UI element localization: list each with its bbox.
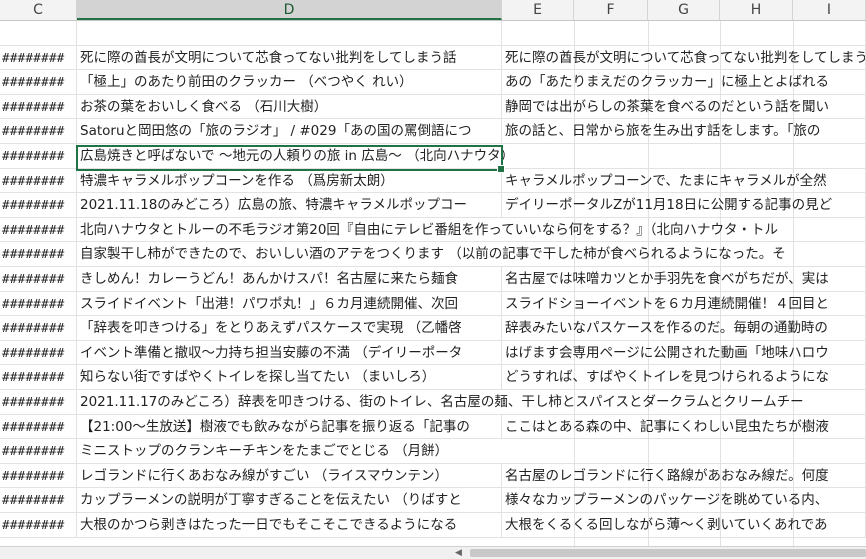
cell-e[interactable]: どうすれば、すばやくトイレを見つけられるようにな xyxy=(502,365,866,389)
cell-d[interactable]: スライドイベント「出港！パワポ丸！」６カ月連続開催、次回 xyxy=(77,291,502,316)
cell-d[interactable]: 2021.11.18のみどころ）広島の旅、特濃キャラメルポップコー xyxy=(77,193,502,217)
cell-d[interactable]: Satoruと岡田悠の「旅のラジオ」 / #029「あの国の罵倒語につ xyxy=(77,119,502,143)
cell-d[interactable]: 広島焼きと呼ばないで ～地元の人頼りの旅 in 広島～ （北向ハナウタ） xyxy=(77,144,514,168)
cell-c[interactable]: ######## xyxy=(0,242,77,266)
cell-e[interactable]: 名古屋では味噌カツとか手羽先を食べがちだが、実は xyxy=(502,267,866,291)
cell-d[interactable]: 「辞表を叩きつける」をとりあえずパスケースで実現 （乙幡啓 xyxy=(77,316,502,340)
table-row: ######## 北向ハナウタとトルーの不毛ラジオ第20回『自由にテレビ番組を作っ… xyxy=(0,217,866,243)
cell-d[interactable]: 2021.11.17のみどころ）辞表を叩きつける、街のトイレ、名古屋の麺、干し柿… xyxy=(77,390,804,414)
cell-d[interactable]: イベント準備と撤収～力持ち担当安藤の不満 （デイリーポータ xyxy=(77,340,502,365)
table-row: ######## 大根のかつら剥きはたった一日でもそこそこできるようになる 大根をく… xyxy=(0,513,866,538)
cell-c[interactable]: ######## xyxy=(0,390,77,414)
table-row: ######## ミニストップのクランキーチキンをたまごでとじる （月餅） xyxy=(0,439,866,464)
cell-d[interactable]: 「極上」のあたり前田のクラッカー （べつやく れい） xyxy=(77,70,502,94)
cell-d[interactable]: 死に際の酋長が文明について芯食ってない批判をしてしまう話 xyxy=(77,45,502,70)
table-row: ######## お茶の葉をおいしく食べる （石川大樹） 静岡では出がらしの茶葉を食… xyxy=(0,94,866,120)
cell-d[interactable]: ミニストップのクランキーチキンをたまごでとじる （月餅） xyxy=(77,439,502,463)
table-row: ######## イベント準備と撤収～力持ち担当安藤の不満 （デイリーポータ はげま… xyxy=(0,340,866,366)
cell-e[interactable]: キャラメルポップコーンで、たまにキャラメルが全然 xyxy=(502,168,866,193)
cell-d[interactable]: 【21:00～生放送】樹液でも飲みながら記事を振り返る「記事の xyxy=(77,414,502,439)
cell-e[interactable] xyxy=(502,439,866,463)
table-row xyxy=(0,21,866,46)
table-row: ######## 【21:00～生放送】樹液でも飲みながら記事を振り返る「記事のこ… xyxy=(0,414,866,440)
table-row: ######## きしめん！カレーうどん！あんかけスパ！名古屋に来たら麺食 名古屋で… xyxy=(0,267,866,292)
cell-c[interactable]: ######## xyxy=(0,168,77,193)
horizontal-scrollbar[interactable]: ◀ xyxy=(0,546,866,559)
cell-e[interactable]: あの「あたりまえだのクラッカー」に極上とよばれる xyxy=(502,70,866,94)
table-row: ######## レゴランドに行くあおなみ線がすごい （ライスマウンテン） 名古屋の… xyxy=(0,463,866,489)
table-row: ######## 2021.11.17のみどころ）辞表を叩きつける、街のトイレ、名… xyxy=(0,390,866,415)
cell-e[interactable]: 名古屋のレゴランドに行く路線があおなみ線だ。何度 xyxy=(502,463,866,488)
cell-e[interactable]: 様々なカップラーメンのパッケージを眺めている内、 xyxy=(502,488,866,512)
cell-c[interactable]: ######## xyxy=(0,193,77,217)
table-row: ######## 自家製干し柿ができたので、おいしい酒のアテをつくります （以前の… xyxy=(0,242,866,267)
cell-e[interactable] xyxy=(502,144,866,168)
cell-d[interactable]: レゴランドに行くあおなみ線がすごい （ライスマウンテン） xyxy=(77,463,502,488)
table-row: ######## 知らない街ですばやくトイレを探し当てたい （まいしろ） どうすれば… xyxy=(0,365,866,390)
scroll-left-arrow-icon[interactable]: ◀ xyxy=(455,547,462,559)
cell-c[interactable]: ######## xyxy=(0,316,77,340)
cell-e[interactable]: 大根をくるくる回しながら薄～く剥いていくあれであ xyxy=(502,513,866,537)
table-row: ######## スライドイベント「出港！パワポ丸！」６カ月連続開催、次回 スライド… xyxy=(0,291,866,317)
column-header-e[interactable]: E xyxy=(502,0,574,20)
cell-e[interactable]: 辞表みたいなパスケースを作るのだ。毎朝の通勤時の xyxy=(502,316,866,340)
cell-d[interactable]: 特濃キャラメルポップコーンを作る （爲房新太朗） xyxy=(77,168,502,193)
cell-e[interactable]: はげます会専用ページに公開された動画「地味ハロウ xyxy=(502,340,866,365)
column-header-c[interactable]: C xyxy=(0,0,77,20)
column-header-d[interactable]: D xyxy=(77,0,502,20)
column-header-h[interactable]: H xyxy=(720,0,793,20)
column-header-f[interactable]: F xyxy=(574,0,648,20)
cell-c[interactable]: ######## xyxy=(0,267,77,291)
cell-e[interactable]: 死に際の酋長が文明について芯食ってない批判をしてしまう話 xyxy=(502,45,866,70)
table-row: ######## 2021.11.18のみどころ）広島の旅、特濃キャラメルポップコ… xyxy=(0,193,866,218)
column-header-g[interactable]: G xyxy=(648,0,720,20)
column-header-i[interactable]: I xyxy=(793,0,866,20)
table-row: ######## 「極上」のあたり前田のクラッカー （べつやく れい） あの「あたり… xyxy=(0,70,866,95)
table-row: ######## カップラーメンの説明が丁寧すぎることを伝えたい （りばすと 様々な… xyxy=(0,488,866,513)
table-row: ######## Satoruと岡田悠の「旅のラジオ」 / #029「あの国の罵倒… xyxy=(0,119,866,144)
cell-c[interactable]: ######## xyxy=(0,291,77,316)
cell-c[interactable]: ######## xyxy=(0,439,77,463)
cell-c[interactable]: ######## xyxy=(0,340,77,365)
table-row: ######## 「辞表を叩きつける」をとりあえずパスケースで実現 （乙幡啓 辞表み… xyxy=(0,316,866,341)
cell-c[interactable] xyxy=(0,21,77,45)
cell-e[interactable]: デイリーポータルZが11月18日に公開する記事の見ど xyxy=(502,193,866,217)
cell-d[interactable]: お茶の葉をおいしく食べる （石川大樹） xyxy=(77,94,502,119)
cell-e[interactable]: 静岡では出がらしの茶葉を食べるのだという話を聞い xyxy=(502,94,866,119)
table-row: ######## 特濃キャラメルポップコーンを作る （爲房新太朗） キャラメルポップ… xyxy=(0,168,866,194)
scrollbar-thumb[interactable] xyxy=(470,549,866,557)
cell-c[interactable]: ######## xyxy=(0,488,77,512)
cell-d[interactable]: きしめん！カレーうどん！あんかけスパ！名古屋に来たら麺食 xyxy=(77,267,502,291)
cell-c[interactable]: ######## xyxy=(0,45,77,70)
cell-e[interactable] xyxy=(502,21,866,45)
table-row: ######## 死に際の酋長が文明について芯食ってない批判をしてしまう話 死に際の… xyxy=(0,45,866,71)
cell-c[interactable]: ######## xyxy=(0,463,77,488)
cell-c[interactable]: ######## xyxy=(0,70,77,94)
cell-d[interactable] xyxy=(77,21,502,45)
cell-c[interactable]: ######## xyxy=(0,513,77,537)
cell-c[interactable]: ######## xyxy=(0,144,77,168)
spreadsheet-grid[interactable]: C D E F G H I ######## 死に際の酋長が文明について芯食ってな… xyxy=(0,0,866,546)
cell-e[interactable]: 旅の話と、日常から旅を生み出す話をします。「旅の xyxy=(502,119,866,143)
cell-d[interactable]: 知らない街ですばやくトイレを探し当てたい （まいしろ） xyxy=(77,365,502,389)
cell-c[interactable]: ######## xyxy=(0,365,77,389)
table-row: ######## 広島焼きと呼ばないで ～地元の人頼りの旅 in 広島～ （北向ハ… xyxy=(0,144,866,169)
cell-c[interactable]: ######## xyxy=(0,414,77,439)
cell-c[interactable]: ######## xyxy=(0,119,77,143)
cell-e[interactable]: ここはとある森の中、記事にくわしい昆虫たちが樹液 xyxy=(502,414,866,439)
cell-c[interactable]: ######## xyxy=(0,94,77,119)
cell-d[interactable]: 北向ハナウタとトルーの不毛ラジオ第20回『自由にテレビ番組を作っていいなら何をす… xyxy=(77,218,778,242)
column-header-bar: C D E F G H I xyxy=(0,0,866,21)
cell-d[interactable]: 大根のかつら剥きはたった一日でもそこそこできるようになる xyxy=(77,513,502,537)
cell-d[interactable]: カップラーメンの説明が丁寧すぎることを伝えたい （りばすと xyxy=(77,488,502,512)
cell-d[interactable]: 自家製干し柿ができたので、おいしい酒のアテをつくります （以前の記事で干した柿が… xyxy=(77,242,786,266)
cell-c[interactable]: ######## xyxy=(0,217,77,242)
cell-e[interactable]: スライドショーイベントを６カ月連続開催！４回目と xyxy=(502,291,866,316)
